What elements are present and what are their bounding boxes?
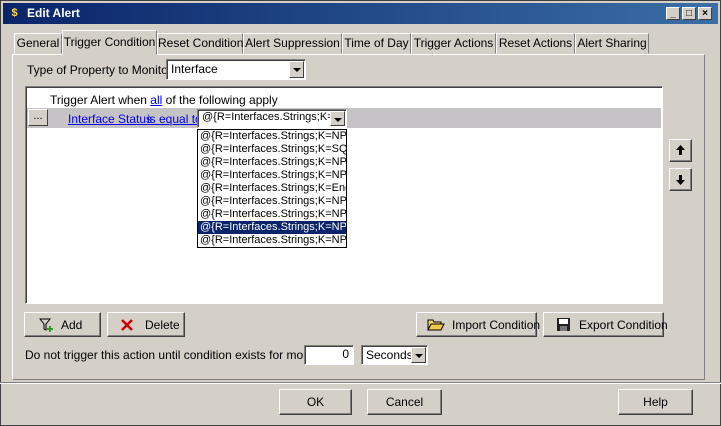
- property-type-select[interactable]: Interface: [166, 59, 306, 80]
- tab-alert-sharing[interactable]: Alert Sharing: [575, 33, 649, 54]
- condition-header: Trigger Alert when all of the following …: [50, 93, 278, 107]
- delay-label: Do not trigger this action until conditi…: [25, 348, 341, 362]
- arrow-down-icon: [676, 175, 685, 185]
- ok-button[interactable]: OK: [279, 389, 352, 415]
- window-title: Edit Alert: [27, 6, 80, 20]
- tab-trigger-actions[interactable]: Trigger Actions: [411, 33, 496, 54]
- delete-button[interactable]: Delete: [107, 312, 185, 337]
- condition-operator-link[interactable]: is equal to: [147, 112, 202, 126]
- dropdown-option-selected[interactable]: @{R=Interfaces.Strings;K=NPM: [198, 221, 346, 234]
- export-condition-button[interactable]: Export Condition: [543, 312, 668, 337]
- chevron-down-icon[interactable]: [330, 111, 345, 126]
- arrow-up-icon: [676, 145, 685, 155]
- bottom-divider: [0, 382, 721, 384]
- import-condition-button[interactable]: Import Condition: [416, 312, 540, 337]
- help-button[interactable]: Help: [618, 389, 693, 415]
- tab-general[interactable]: General: [14, 33, 62, 54]
- folder-open-icon: [427, 319, 445, 331]
- dropdown-option[interactable]: @{R=Interfaces.Strings;K=Ene: [198, 182, 346, 195]
- tab-time-of-day[interactable]: Time of Day: [342, 33, 411, 54]
- dropdown-option[interactable]: @{R=Interfaces.Strings;K=NPM: [198, 208, 346, 221]
- dropdown-option[interactable]: @{R=Interfaces.Strings;K=NPM: [198, 130, 346, 143]
- condition-row[interactable]: ... Interface Status is equal to @{R=Int…: [27, 108, 661, 128]
- minimize-button[interactable]: _: [666, 7, 680, 20]
- move-down-button[interactable]: [669, 168, 692, 191]
- condition-field-link[interactable]: Interface Status: [68, 112, 152, 126]
- tab-trigger-condition[interactable]: Trigger Condition: [62, 30, 157, 55]
- condition-value-dropdown[interactable]: @{R=Interfaces.Strings;K=NPM @{R=Interfa…: [197, 129, 347, 248]
- dropdown-option[interactable]: @{R=Interfaces.Strings;K=NPM: [198, 156, 346, 169]
- chevron-down-icon[interactable]: [411, 347, 426, 363]
- all-any-link[interactable]: all: [150, 93, 162, 107]
- close-button[interactable]: ×: [698, 7, 712, 20]
- title-bar[interactable]: $ Edit Alert _ □ ×: [3, 3, 718, 24]
- dropdown-option[interactable]: @{R=Interfaces.Strings;K=NPM: [198, 234, 346, 247]
- tab-alert-suppression[interactable]: Alert Suppression: [243, 33, 342, 54]
- chevron-down-icon[interactable]: [289, 61, 304, 78]
- delay-value-input[interactable]: 0: [304, 345, 354, 365]
- dropdown-option[interactable]: @{R=Interfaces.Strings;K=NPM: [198, 195, 346, 208]
- floppy-disk-icon: [557, 318, 570, 331]
- tab-reset-condition[interactable]: Reset Condition: [157, 33, 243, 54]
- delay-unit-select[interactable]: Seconds: [361, 345, 428, 365]
- funnel-plus-icon: [39, 318, 53, 332]
- red-x-icon: [121, 319, 133, 331]
- cancel-button[interactable]: Cancel: [367, 389, 442, 415]
- tab-reset-actions[interactable]: Reset Actions: [496, 33, 575, 54]
- condition-menu-button[interactable]: ...: [28, 109, 48, 126]
- add-button[interactable]: Add: [24, 312, 101, 337]
- maximize-button[interactable]: □: [682, 7, 696, 20]
- move-up-button[interactable]: [669, 139, 692, 162]
- dropdown-option[interactable]: @{R=Interfaces.Strings;K=SQL: [198, 143, 346, 156]
- condition-value-select[interactable]: @{R=Interfaces.Strings;K=: [197, 109, 347, 128]
- property-type-label: Type of Property to Monitor:: [27, 63, 176, 77]
- dropdown-option[interactable]: @{R=Interfaces.Strings;K=NPM: [198, 169, 346, 182]
- alert-icon: $: [11, 7, 18, 19]
